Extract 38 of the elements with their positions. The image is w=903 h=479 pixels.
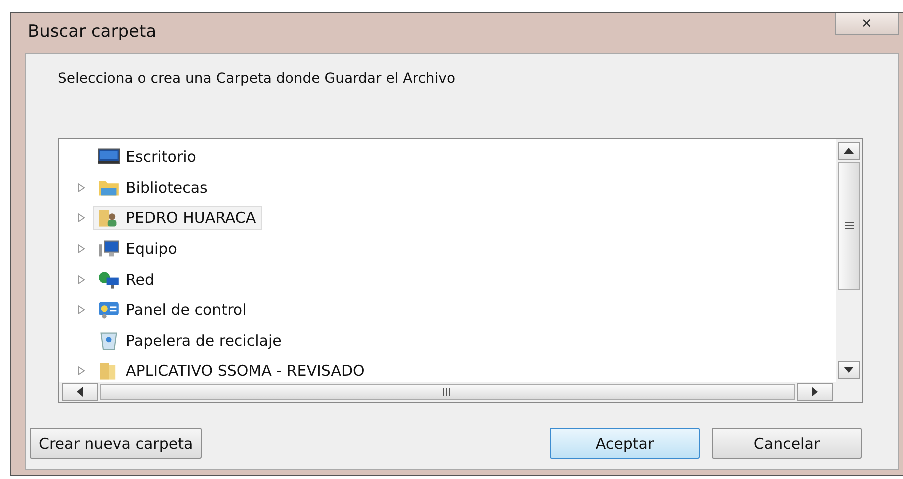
dialog-button[interactable]: Aceptar bbox=[550, 428, 700, 459]
tree-item[interactable]: APLICATIVO SSOMA - REVISADO bbox=[93, 359, 371, 382]
control-panel-icon bbox=[98, 301, 120, 320]
expand-arrow-icon[interactable] bbox=[75, 182, 88, 193]
expand-arrow-icon[interactable] bbox=[75, 305, 88, 316]
scrollbar-thumb[interactable] bbox=[838, 162, 860, 290]
grip-icon bbox=[443, 388, 452, 396]
dialog-button[interactable]: Crear nueva carpeta bbox=[30, 428, 202, 459]
scroll-down-button[interactable] bbox=[838, 361, 860, 379]
tree-item[interactable]: Equipo bbox=[93, 237, 184, 262]
expand-arrow-icon[interactable] bbox=[75, 213, 88, 224]
tree-item[interactable]: Panel de control bbox=[93, 298, 253, 322]
grip-icon bbox=[844, 222, 854, 230]
expand-arrow-icon[interactable] bbox=[75, 244, 88, 254]
tree-item[interactable]: Escritorio bbox=[93, 145, 202, 170]
tree-item[interactable]: Papelera de reciclaje bbox=[93, 328, 288, 353]
up-arrow-icon bbox=[844, 148, 854, 154]
dialog-button[interactable]: Cancelar bbox=[712, 428, 862, 459]
expand-arrow-icon[interactable] bbox=[75, 274, 88, 285]
network-icon bbox=[98, 270, 120, 289]
left-arrow-icon bbox=[77, 387, 83, 397]
library-folder-icon bbox=[98, 178, 120, 197]
tree-item[interactable]: Red bbox=[93, 268, 160, 292]
scroll-right-button[interactable] bbox=[797, 383, 833, 401]
close-button[interactable]: ✕ bbox=[835, 13, 899, 35]
window-title: Buscar carpeta bbox=[28, 22, 157, 42]
desktop-icon bbox=[98, 148, 120, 166]
recycle-bin-icon bbox=[98, 332, 120, 350]
expand-arrow-icon[interactable] bbox=[75, 366, 88, 376]
scroll-left-button[interactable] bbox=[62, 383, 98, 401]
tree-item[interactable]: Bibliotecas bbox=[93, 176, 214, 200]
tree-item[interactable]: PEDRO HUARACA bbox=[93, 206, 262, 230]
scroll-up-button[interactable] bbox=[838, 142, 860, 160]
instruction-text: Selecciona o crea una Carpeta donde Guardar el Archivo bbox=[58, 71, 457, 89]
down-arrow-icon bbox=[844, 367, 854, 373]
right-arrow-icon bbox=[812, 387, 818, 397]
computer-icon bbox=[98, 240, 120, 258]
scrollbar-thumb[interactable] bbox=[100, 384, 795, 400]
